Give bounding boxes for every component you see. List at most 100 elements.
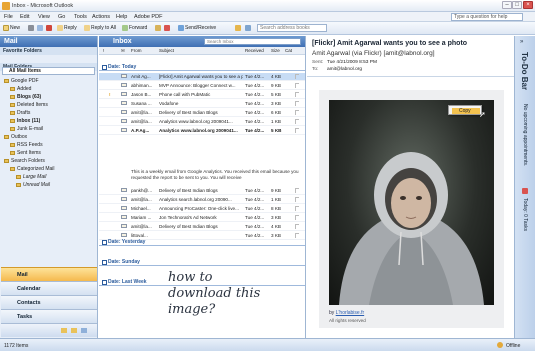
- todo-expand-icon[interactable]: »: [520, 39, 523, 45]
- folder-icon: [4, 158, 9, 163]
- nav-contacts-button[interactable]: Contacts: [1, 295, 97, 309]
- all-mail-items-selector[interactable]: All Mail Items: [2, 67, 95, 75]
- message-row[interactable]: Michael... Announcing ProCaster: One-clic…: [99, 205, 305, 213]
- maximize-button[interactable]: □: [512, 1, 522, 9]
- col-importance[interactable]: !: [103, 48, 104, 53]
- menu-edit[interactable]: Edit: [20, 14, 29, 20]
- col-size[interactable]: Size: [271, 48, 280, 53]
- menu-file[interactable]: File: [4, 14, 13, 20]
- categorize-icon[interactable]: [155, 25, 161, 31]
- offline-status[interactable]: Offline: [506, 343, 520, 349]
- flag-icon[interactable]: [295, 83, 299, 88]
- credit-link[interactable]: L'horlabise.fr: [336, 310, 364, 316]
- search-inbox-input[interactable]: Search Inbox: [204, 38, 301, 45]
- folder-item[interactable]: Outbox: [4, 134, 27, 140]
- folder-item[interactable]: Sent Items: [10, 150, 41, 156]
- folder-item[interactable]: Junk E-mail: [10, 126, 43, 132]
- reply-button[interactable]: Reply: [64, 25, 77, 31]
- folder-item[interactable]: Drafts: [10, 110, 30, 116]
- menu-go[interactable]: Go: [58, 14, 65, 20]
- address-book-icon[interactable]: [235, 25, 241, 31]
- col-icon[interactable]: ✉: [121, 48, 125, 54]
- send-receive-button[interactable]: Send/Receive: [185, 25, 216, 31]
- flag-icon[interactable]: [295, 215, 299, 220]
- flag-icon[interactable]: [295, 224, 299, 229]
- address-book-search[interactable]: Search address books: [257, 24, 327, 32]
- close-button[interactable]: ×: [523, 1, 533, 9]
- nav-calendar-button[interactable]: Calendar: [1, 281, 97, 295]
- message-row[interactable]: amit@la... Delivery of Best Indian Blogs T…: [99, 223, 305, 231]
- message-received: Tue 4/2...: [245, 224, 265, 229]
- group-today[interactable]: Date: Today: [99, 63, 305, 71]
- flag-icon[interactable]: [295, 128, 299, 133]
- folder-label: Inbox (11): [17, 118, 41, 124]
- nav-mail-button[interactable]: Mail: [1, 267, 97, 281]
- message-row[interactable]: abhiman... MVP Announce: Blogger Connect …: [99, 82, 305, 90]
- group-sunday[interactable]: Date: Sunday: [99, 258, 305, 266]
- folder-item[interactable]: Inbox (11): [10, 118, 40, 124]
- folder-label: Drafts: [17, 110, 31, 116]
- journal-icon[interactable]: [81, 328, 87, 333]
- folder-item[interactable]: Blogs (63): [10, 94, 41, 100]
- follow-up-icon[interactable]: [164, 25, 170, 31]
- envelope-icon: [121, 101, 127, 105]
- delete-icon[interactable]: [46, 25, 52, 31]
- flickr-photo[interactable]: [329, 100, 494, 305]
- flag-icon[interactable]: [295, 92, 299, 97]
- col-category[interactable]: Cat: [285, 48, 292, 53]
- col-from[interactable]: From: [131, 48, 142, 53]
- copy-menu-item[interactable]: Copy: [452, 108, 480, 114]
- menu-help[interactable]: Help: [116, 14, 127, 20]
- print-icon[interactable]: [28, 25, 34, 31]
- send-receive-icon: [178, 25, 184, 31]
- todo-bar: » To-Do Bar No upcoming appointments. To…: [514, 36, 535, 338]
- message-row[interactable]: amit@la... Analytics search.labnol.org 20…: [99, 196, 305, 204]
- flag-icon[interactable]: [295, 206, 299, 211]
- folder-item[interactable]: Google PDF: [4, 78, 39, 84]
- menu-tools[interactable]: Tools: [74, 14, 87, 20]
- message-row[interactable]: amit@la... Analytics www.labnol.org 20090…: [99, 118, 305, 126]
- forward-button[interactable]: Forward: [129, 25, 147, 31]
- new-button[interactable]: New: [10, 25, 20, 31]
- folder-item[interactable]: Deleted Items: [10, 102, 48, 108]
- message-size: 6 KB: [271, 110, 281, 115]
- menu-actions[interactable]: Actions: [92, 14, 110, 20]
- message-row[interactable]: Susana ... Vodafone Tue 4/2... 3 KB: [99, 100, 305, 108]
- message-row[interactable]: ! Jason B... Phone call with PubMatic Tue 4…: [99, 91, 305, 99]
- folder-label: Unread Mail: [23, 182, 50, 188]
- folder-item[interactable]: Large Mail: [16, 174, 46, 180]
- col-received[interactable]: Received: [245, 48, 264, 53]
- help-question-input[interactable]: Type a question for help: [451, 13, 523, 21]
- folder-item[interactable]: Added: [10, 86, 31, 92]
- todo-title[interactable]: To-Do Bar: [520, 52, 529, 90]
- flag-icon[interactable]: [295, 110, 299, 115]
- nav-shortcuts-bar: [1, 323, 97, 337]
- folder-item[interactable]: Categorized Mail: [10, 166, 55, 172]
- folder-item[interactable]: Search Folders: [4, 158, 45, 164]
- message-row[interactable]: Mariam ... Jon Technorati's Ad Network Tue…: [99, 214, 305, 222]
- folder-item[interactable]: Unread Mail: [16, 182, 50, 188]
- favorite-folders-header[interactable]: Favorite Folders: [0, 47, 97, 55]
- help-icon[interactable]: [245, 25, 251, 31]
- folder-list-icon[interactable]: [61, 328, 67, 333]
- shortcuts-icon[interactable]: [71, 328, 77, 333]
- flag-icon[interactable]: [295, 188, 299, 193]
- message-row[interactable]: amit@la... Delivery of Best Indian Blogs T…: [99, 109, 305, 117]
- reply-all-button[interactable]: Reply to All: [91, 25, 116, 31]
- flag-icon[interactable]: [295, 74, 299, 79]
- move-to-folder-icon[interactable]: [37, 25, 43, 31]
- message-row[interactable]: Amit Ag... [Flickr] Amit Agarwal wants yo…: [99, 73, 305, 81]
- folder-item[interactable]: RSS Feeds: [10, 142, 43, 148]
- nav-tasks-button[interactable]: Tasks: [1, 309, 97, 323]
- message-subject: Analytics www.labnol.org 2009041...: [159, 119, 233, 124]
- message-row[interactable]: A.P.Ag... Analytics www.labnol.org 200904…: [99, 127, 305, 135]
- flag-icon[interactable]: [295, 101, 299, 106]
- flag-icon[interactable]: [295, 119, 299, 124]
- menu-adobe-pdf[interactable]: Adobe PDF: [134, 14, 162, 20]
- group-yesterday[interactable]: Date: Yesterday: [99, 238, 305, 246]
- menu-view[interactable]: View: [38, 14, 50, 20]
- flag-icon[interactable]: [295, 197, 299, 202]
- col-subject[interactable]: Subject: [159, 48, 174, 53]
- minimize-button[interactable]: –: [502, 1, 512, 9]
- message-row[interactable]: pankh@... Delivery of Best Indian Blogs Tu…: [99, 187, 305, 195]
